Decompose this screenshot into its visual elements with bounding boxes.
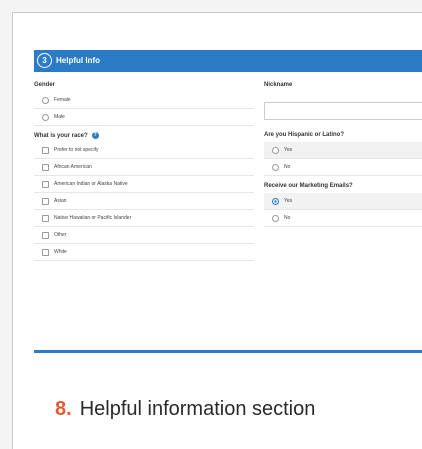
radio-button[interactable] [272,215,279,222]
option-label: African American [54,164,92,170]
option-label: Yes [284,198,293,204]
radio-button-selected[interactable] [272,198,279,205]
nickname-label: Nickname [264,82,293,88]
info-icon[interactable]: ? [91,132,99,139]
option-label: Asian [54,198,67,204]
marketing-option-no[interactable]: No [264,210,422,227]
option-label: White [54,249,67,255]
gender-option-female[interactable]: Female [34,92,254,109]
option-label: No [284,215,291,221]
radio-button[interactable] [42,97,49,104]
option-label: Male [54,114,65,120]
race-label-text: What is your race? [34,133,88,140]
gender-label: Gender [34,82,56,88]
checkbox[interactable] [42,198,49,205]
radio-button[interactable] [272,164,279,171]
panel-title: Helpful Info [56,56,100,65]
radio-button[interactable] [42,114,49,121]
option-label: Other [54,232,67,238]
figure-caption: 8. Helpful information section [55,398,315,421]
nickname-field[interactable] [264,102,422,120]
gender-option-male[interactable]: Male [34,109,254,126]
checkbox[interactable] [42,232,49,239]
race-option-native-hawaiian[interactable]: Native Hawaiian or Pacific Islander [34,210,254,227]
option-label: Female [54,97,71,103]
option-label: Yes [284,147,293,153]
caption-number: 8. [55,398,72,420]
checkbox[interactable] [42,249,49,256]
checkbox[interactable] [42,164,49,171]
race-option-african-american[interactable]: African American [34,159,254,176]
option-label: Native Hawaiian or Pacific Islander [54,215,132,221]
panel-header: 3 Helpful Info [34,50,422,72]
option-label: No [284,164,291,170]
checkbox[interactable] [42,181,49,188]
checkbox[interactable] [42,147,49,154]
race-option-asian[interactable]: Asian [34,193,254,210]
race-label: What is your race?? [34,132,99,139]
race-option-american-indian[interactable]: American Indian or Alaska Native [34,176,254,193]
caption-text: Helpful information section [79,398,316,420]
marketing-option-yes[interactable]: Yes [264,193,422,210]
race-option-other[interactable]: Other [34,227,254,244]
checkbox[interactable] [42,215,49,222]
hispanic-label: Are you Hispanic or Latino? [264,132,345,138]
marketing-label: Receive our Marketing Emails? [264,183,353,189]
helpful-info-panel: 3 Helpful Info Gender Female Male Nickna… [34,50,422,353]
race-option-white[interactable]: White [34,244,254,261]
hispanic-option-yes[interactable]: Yes [264,142,422,159]
radio-button[interactable] [272,147,279,154]
option-label: American Indian or Alaska Native [54,181,128,187]
step-number-badge: 3 [37,53,52,68]
hispanic-option-no[interactable]: No [264,159,422,176]
race-option-prefer-not[interactable]: Prefer to not specify [34,142,254,159]
option-label: Prefer to not specify [54,147,99,153]
